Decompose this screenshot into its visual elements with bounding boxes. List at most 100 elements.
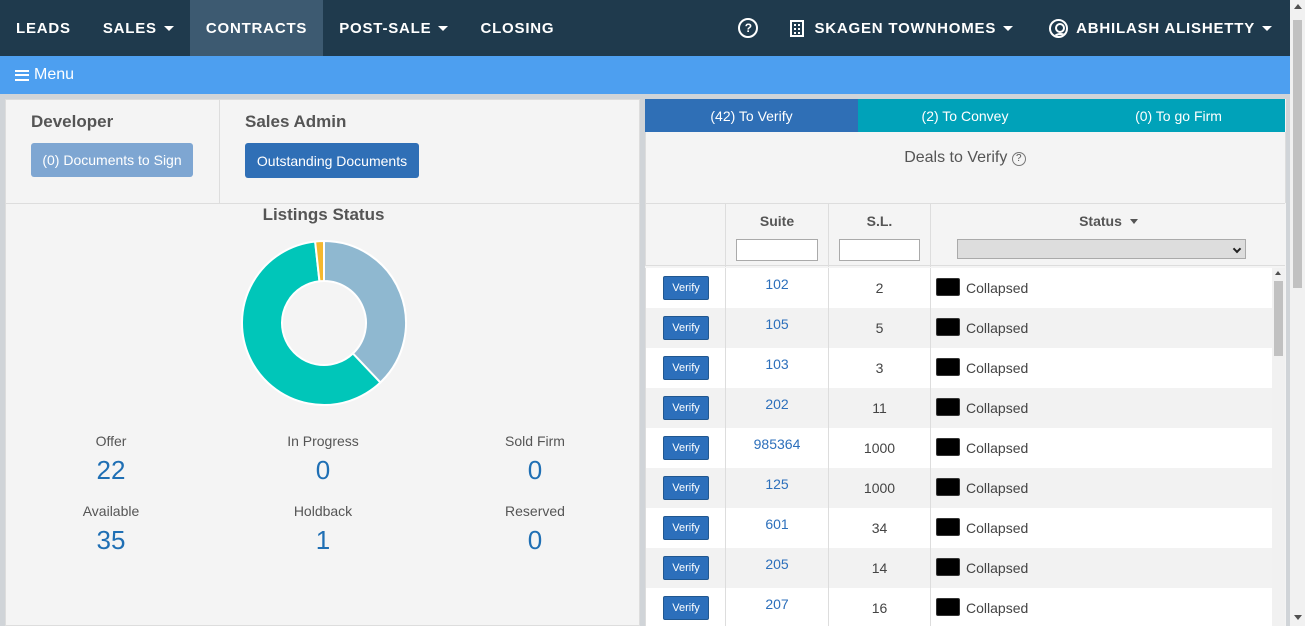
table-scrollbar-thumb[interactable] xyxy=(1274,281,1283,356)
status-text: Collapsed xyxy=(966,360,1029,376)
suite-cell: 985364 xyxy=(726,428,829,468)
sl-cell: 2 xyxy=(829,268,931,308)
stat-in-progress: In Progress 0 xyxy=(233,433,413,486)
nav-contracts[interactable]: CONTRACTS xyxy=(189,0,324,56)
suite-link[interactable]: 102 xyxy=(726,276,828,292)
sl-cell: 14 xyxy=(829,548,931,588)
chevron-down-icon xyxy=(1262,25,1272,31)
suite-filter-input[interactable] xyxy=(736,239,818,261)
verify-button[interactable]: Verify xyxy=(663,276,709,300)
table-header: Suite S.L. Status xyxy=(645,203,1286,267)
deals-title-text: Deals to Verify xyxy=(904,149,1008,166)
header-status-text: Status xyxy=(1079,213,1122,229)
sl-cell: 16 xyxy=(829,588,931,626)
status-text: Collapsed xyxy=(966,440,1029,456)
status-text: Collapsed xyxy=(966,600,1029,616)
left-panel: Developer (0) Documents to Sign Sales Ad… xyxy=(5,99,640,626)
building-icon xyxy=(790,19,805,37)
table-row: Verify 207 16 Collapsed xyxy=(645,588,1272,626)
sl-filter-input[interactable] xyxy=(839,239,920,261)
suite-link[interactable]: 202 xyxy=(726,396,828,412)
status-filter-select[interactable] xyxy=(957,239,1246,259)
status-cell: Collapsed xyxy=(931,308,1273,348)
tab-to-convey[interactable]: (2) To Convey xyxy=(858,99,1072,132)
project-name: SKAGEN TOWNHOMES xyxy=(814,19,997,37)
action-cell: Verify xyxy=(646,548,726,588)
verify-button[interactable]: Verify xyxy=(663,596,709,620)
stat-offer: Offer 22 xyxy=(21,433,201,486)
nav-closing[interactable]: CLOSING xyxy=(464,0,570,56)
status-cell: Collapsed xyxy=(931,348,1273,388)
stat-sold-firm: Sold Firm 0 xyxy=(445,433,625,486)
sl-value: 3 xyxy=(875,360,884,376)
tab-to-go-firm[interactable]: (0) To go Firm xyxy=(1072,99,1285,132)
help-icon[interactable]: ? xyxy=(1011,152,1026,166)
arrow-down-icon[interactable] xyxy=(1294,615,1302,620)
status-color-swatch xyxy=(936,358,960,376)
verify-button[interactable]: Verify xyxy=(663,476,709,500)
suite-link[interactable]: 103 xyxy=(726,356,828,372)
verify-button[interactable]: Verify xyxy=(663,356,709,380)
verify-button[interactable]: Verify xyxy=(663,516,709,540)
suite-link[interactable]: 105 xyxy=(726,316,828,332)
verify-button[interactable]: Verify xyxy=(663,316,709,340)
tab-to-verify[interactable]: (42) To Verify xyxy=(645,99,858,132)
header-status-label: Status xyxy=(931,213,1286,229)
deals-header xyxy=(645,132,1286,203)
action-cell: Verify xyxy=(646,388,726,428)
nav-contracts-label: CONTRACTS xyxy=(205,19,308,37)
nav-sales[interactable]: SALES xyxy=(87,0,190,56)
stat-offer-value: 22 xyxy=(96,455,126,485)
nav-post-sale[interactable]: POST-SALE xyxy=(323,0,464,56)
stat-holdback-label: Holdback xyxy=(293,503,353,519)
page-scrollbar-thumb[interactable] xyxy=(1293,20,1302,288)
sl-cell: 5 xyxy=(829,308,931,348)
right-panel: (42) To Verify (2) To Convey (0) To go F… xyxy=(645,99,1286,626)
status-text: Collapsed xyxy=(966,400,1029,416)
arrow-up-icon[interactable] xyxy=(1294,4,1302,9)
sl-cell: 1000 xyxy=(829,468,931,508)
menu-toggle[interactable]: Menu xyxy=(34,66,74,84)
status-color-swatch xyxy=(936,518,960,536)
sl-cell: 11 xyxy=(829,388,931,428)
nav-leads[interactable]: LEADS xyxy=(0,0,87,56)
user-name: ABHILASH ALISHETTY xyxy=(1076,19,1255,37)
outstanding-documents-button[interactable]: Outstanding Documents xyxy=(245,143,419,178)
chevron-down-icon xyxy=(1232,244,1242,254)
header-suite-label: Suite xyxy=(759,213,795,229)
page-scrollbar[interactable] xyxy=(1290,0,1305,626)
suite-link[interactable]: 207 xyxy=(726,596,828,612)
status-text: Collapsed xyxy=(966,480,1029,496)
status-color-swatch xyxy=(936,598,960,616)
nav-post-sale-label: POST-SALE xyxy=(339,19,432,37)
suite-cell: 205 xyxy=(726,548,829,588)
project-selector[interactable]: SKAGEN TOWNHOMES xyxy=(790,0,1031,56)
sl-cell: 34 xyxy=(829,508,931,548)
suite-link[interactable]: 125 xyxy=(726,476,828,492)
nav-sales-label: SALES xyxy=(102,19,157,37)
top-navbar: LEADS SALES CONTRACTS POST-SALE CLOSING … xyxy=(0,0,1290,56)
status-color-swatch xyxy=(936,278,960,296)
sales-admin-title: Sales Admin xyxy=(245,112,347,131)
sl-value: 1000 xyxy=(863,480,896,496)
documents-to-sign-button[interactable]: (0) Documents to Sign xyxy=(31,143,193,177)
stat-reserved: Reserved 0 xyxy=(445,503,625,556)
help-icon[interactable]: ? xyxy=(738,18,759,38)
user-menu[interactable]: ABHILASH ALISHETTY xyxy=(1031,0,1290,56)
chevron-down-icon xyxy=(1003,25,1014,31)
verify-button[interactable]: Verify xyxy=(663,436,709,460)
header-sl-label: S.L. xyxy=(866,213,893,229)
suite-link[interactable]: 985364 xyxy=(726,436,828,452)
verify-button[interactable]: Verify xyxy=(663,556,709,580)
hamburger-icon[interactable] xyxy=(15,69,29,81)
nav-closing-label: CLOSING xyxy=(480,19,555,37)
header-status[interactable]: Status xyxy=(931,204,1286,267)
donut-slice-offer[interactable] xyxy=(323,240,407,384)
suite-link[interactable]: 205 xyxy=(726,556,828,572)
verify-button[interactable]: Verify xyxy=(663,396,709,420)
stat-available-label: Available xyxy=(82,503,140,519)
table-body: Verify 102 2 Collapsed Verify 105 5 Collapsed Ve… xyxy=(645,268,1272,626)
table-scrollbar[interactable] xyxy=(1272,268,1285,626)
suite-link[interactable]: 601 xyxy=(726,516,828,532)
stat-holdback: Holdback 1 xyxy=(233,503,413,556)
